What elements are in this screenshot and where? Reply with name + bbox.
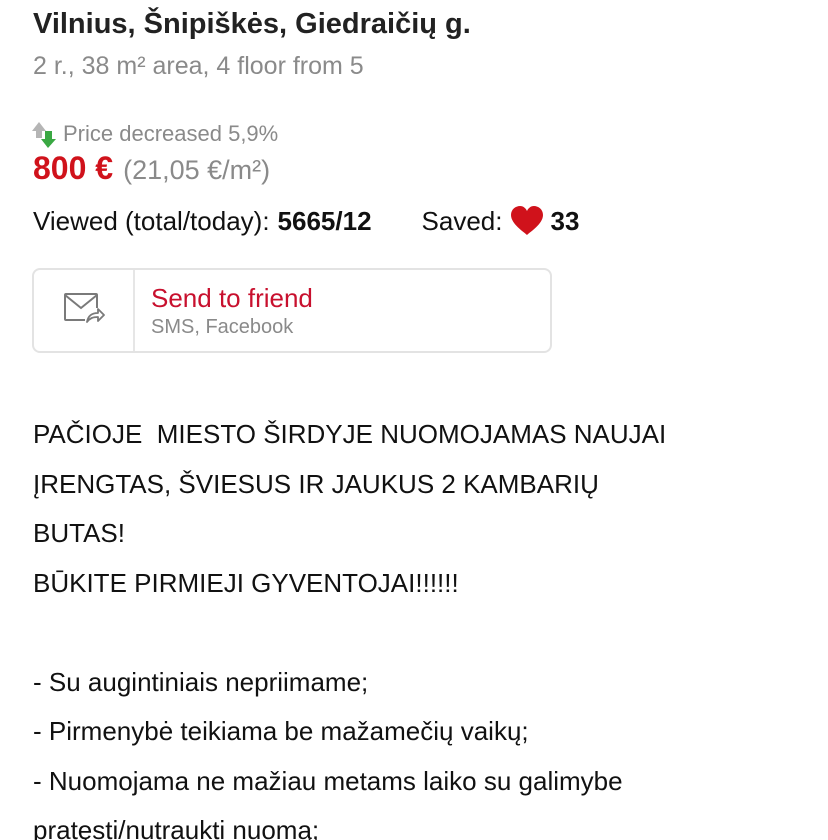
listing-page: Vilnius, Šnipiškės, Giedraičių g. 2 r., … [0, 0, 828, 840]
stats-row: Viewed (total/today): 5665/12 Saved: 33 [33, 205, 579, 237]
description-line: - Pirmenybė teikiama be mažamečių vaikų; [33, 716, 529, 746]
saved-label: Saved: [421, 205, 503, 236]
description-line: PAČIOJE MIESTO ŠIRDYJE NUOMOJAMAS NAUJAI [33, 419, 667, 449]
description-line: pratęsti/nutraukti nuomą; [33, 815, 320, 840]
description-line: - Su augintiniais nepriimame; [33, 666, 369, 697]
share-channels-label: SMS, Facebook [151, 315, 294, 338]
description-line: BŪKITE PIRMIEJI GYVENTOJAI!!!!!! [33, 567, 459, 598]
share-icon-box [34, 270, 135, 351]
heart-icon[interactable] [510, 205, 544, 237]
description-line: ĮRENGTAS, ŠVIESUS IR JAUKUS 2 KAMBARIŲ [33, 468, 599, 499]
description-line: BUTAS! [33, 518, 125, 548]
listing-subtitle: 2 r., 38 m² area, 4 floor from 5 [33, 52, 364, 80]
viewed-label: Viewed (total/today): [33, 205, 270, 236]
saved-group: Saved: 33 [422, 205, 580, 237]
price-per-sqm: (21,05 €/m²) [123, 155, 271, 185]
price-change-label: Price decreased 5,9% [63, 121, 279, 146]
share-text: Send to friend SMS, Facebook [135, 270, 313, 351]
listing-title: Vilnius, Šnipiškės, Giedraičių g. [33, 8, 471, 40]
price-row: 800 € (21,05 €/m²) [33, 150, 270, 187]
description-blank-line [33, 608, 803, 658]
envelope-share-icon [63, 291, 105, 330]
send-to-friend-label: Send to friend [151, 282, 313, 313]
price-change-row: Price decreased 5,9% [31, 118, 278, 150]
listing-description: PAČIOJE MIESTO ŠIRDYJE NUOMOJAMAS NAUJAI… [33, 410, 803, 840]
viewed-value: 5665/12 [277, 205, 372, 236]
send-to-friend-button[interactable]: Send to friend SMS, Facebook [32, 268, 552, 353]
description-line: - Nuomojama ne mažiau metams laiko su ga… [33, 765, 623, 796]
saved-value: 33 [550, 205, 580, 236]
price-change-arrows-icon [31, 118, 57, 150]
price-value: 800 € [33, 150, 114, 186]
